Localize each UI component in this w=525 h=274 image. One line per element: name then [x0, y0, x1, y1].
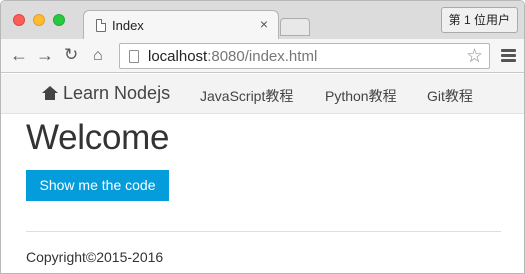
user-profile-button[interactable]: 第 1 位用户 [440, 7, 518, 33]
page-title: Welcome [26, 118, 170, 157]
new-tab-button[interactable] [280, 18, 310, 36]
show-code-button[interactable]: Show me the code [26, 170, 169, 201]
brand-link[interactable]: Learn Nodejs [42, 83, 170, 104]
tab-close-button[interactable]: × [260, 16, 268, 32]
address-host: localhost [148, 48, 208, 65]
copyright-text: Copyright©2015-2016 [26, 249, 164, 265]
nav-link-javascript[interactable]: JavaScript教程 [200, 86, 293, 106]
browser-toolbar: ← → ↻ ⌂ localhost:8080/index.html ☆ [1, 39, 524, 73]
arrow-left-icon[interactable]: ← [10, 45, 28, 65]
hamburger-menu-icon[interactable] [501, 49, 516, 64]
divider [26, 231, 501, 232]
site-navbar: Learn Nodejs JavaScript教程 Python教程 Git教程 [1, 74, 524, 114]
browser-window: Index × 第 1 位用户 ← → ↻ ⌂ localhost:8080/i… [0, 0, 525, 274]
address-bar[interactable]: localhost:8080/index.html ☆ [119, 43, 490, 69]
brand-label: Learn Nodejs [63, 83, 171, 103]
document-icon [96, 19, 106, 32]
minimize-window-button[interactable] [33, 14, 45, 26]
nav-link-git[interactable]: Git教程 [427, 86, 473, 106]
tab-title: Index [112, 18, 144, 33]
close-window-button[interactable] [13, 14, 25, 26]
arrow-right-icon[interactable]: → [36, 45, 54, 65]
nav-link-python[interactable]: Python教程 [325, 86, 397, 106]
reload-icon[interactable]: ↻ [64, 45, 78, 65]
home-icon [42, 86, 58, 100]
address-url[interactable]: localhost:8080/index.html [148, 48, 317, 65]
home-icon[interactable]: ⌂ [93, 46, 103, 66]
tab-index[interactable]: Index × [83, 10, 279, 40]
star-icon[interactable]: ☆ [466, 45, 483, 68]
title-bar: Index × 第 1 位用户 [1, 1, 524, 40]
address-path: :8080/index.html [207, 48, 318, 65]
maximize-window-button[interactable] [53, 14, 65, 26]
web-page: Learn Nodejs JavaScript教程 Python教程 Git教程… [1, 74, 524, 273]
page-icon [129, 50, 139, 63]
